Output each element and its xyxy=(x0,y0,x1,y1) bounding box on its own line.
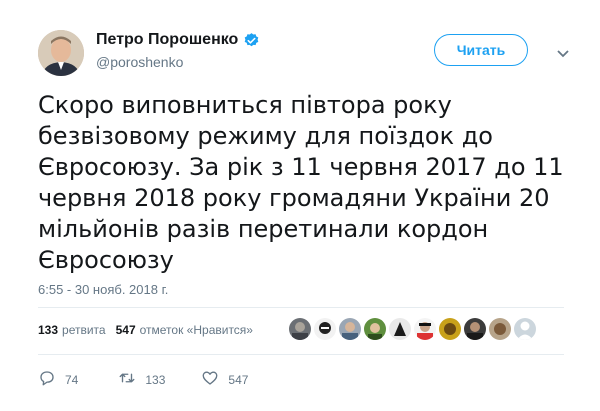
tweet-actions: 74 133 547 xyxy=(38,369,248,390)
retweet-action[interactable]: 133 xyxy=(118,369,165,390)
engagement-stats: 133 ретвита 547 отметок «Нравится» xyxy=(38,318,253,342)
liker-avatar[interactable] xyxy=(439,318,461,340)
author-avatar[interactable] xyxy=(38,30,84,76)
author-handle[interactable]: @poroshenko xyxy=(96,54,183,70)
reply-action[interactable]: 74 xyxy=(38,369,78,390)
likes-label[interactable]: отметок «Нравится» xyxy=(140,323,253,337)
tweet-line: мільйонів разів перетинали кордон xyxy=(38,215,489,243)
divider xyxy=(38,354,564,355)
follow-button[interactable]: Читать xyxy=(434,34,528,66)
tweet-line: Євросоюзу xyxy=(38,246,174,274)
liker-avatar[interactable] xyxy=(414,318,436,340)
retweets-label[interactable]: ретвита xyxy=(62,323,106,337)
tweet-line: Скоро виповниться півтора року xyxy=(38,91,452,119)
chevron-down-icon[interactable] xyxy=(557,46,569,58)
reply-icon[interactable] xyxy=(38,369,56,390)
tweet-timestamp[interactable]: 6:55 - 30 нояб. 2018 г. xyxy=(38,282,168,297)
liker-avatar[interactable] xyxy=(314,318,336,340)
reply-count: 74 xyxy=(65,372,79,387)
like-count: 547 xyxy=(228,372,249,387)
liker-avatars xyxy=(289,318,536,340)
liker-avatar[interactable] xyxy=(514,318,536,340)
liker-avatar[interactable] xyxy=(289,318,311,340)
tweet-line: червня 2018 року громадяни України 20 xyxy=(38,184,550,212)
tweet-line: безвізовому режиму для поїздок до xyxy=(38,122,493,150)
liker-avatar[interactable] xyxy=(489,318,511,340)
tweet-card: Петро Порошенко @poroshenko Читать Скоро… xyxy=(0,0,600,411)
divider xyxy=(38,307,564,308)
verified-badge-icon xyxy=(243,32,260,49)
tweet-line: Євросоюзу. За рік з 11 червня 2017 до 11 xyxy=(38,153,564,181)
liker-avatar[interactable] xyxy=(339,318,361,340)
author-name-row[interactable]: Петро Порошенко xyxy=(96,31,260,49)
heart-icon[interactable] xyxy=(201,369,219,390)
retweet-count: 133 xyxy=(145,372,166,387)
retweets-count[interactable]: 133 xyxy=(38,323,58,337)
tweet-text: Скоро виповниться півтора року безвізово… xyxy=(38,90,578,276)
like-action[interactable]: 547 xyxy=(201,369,248,390)
likes-count[interactable]: 547 xyxy=(116,323,136,337)
author-name[interactable]: Петро Порошенко xyxy=(96,31,238,49)
retweet-icon[interactable] xyxy=(118,369,136,390)
liker-avatar[interactable] xyxy=(364,318,386,340)
liker-avatar[interactable] xyxy=(389,318,411,340)
liker-avatar[interactable] xyxy=(464,318,486,340)
